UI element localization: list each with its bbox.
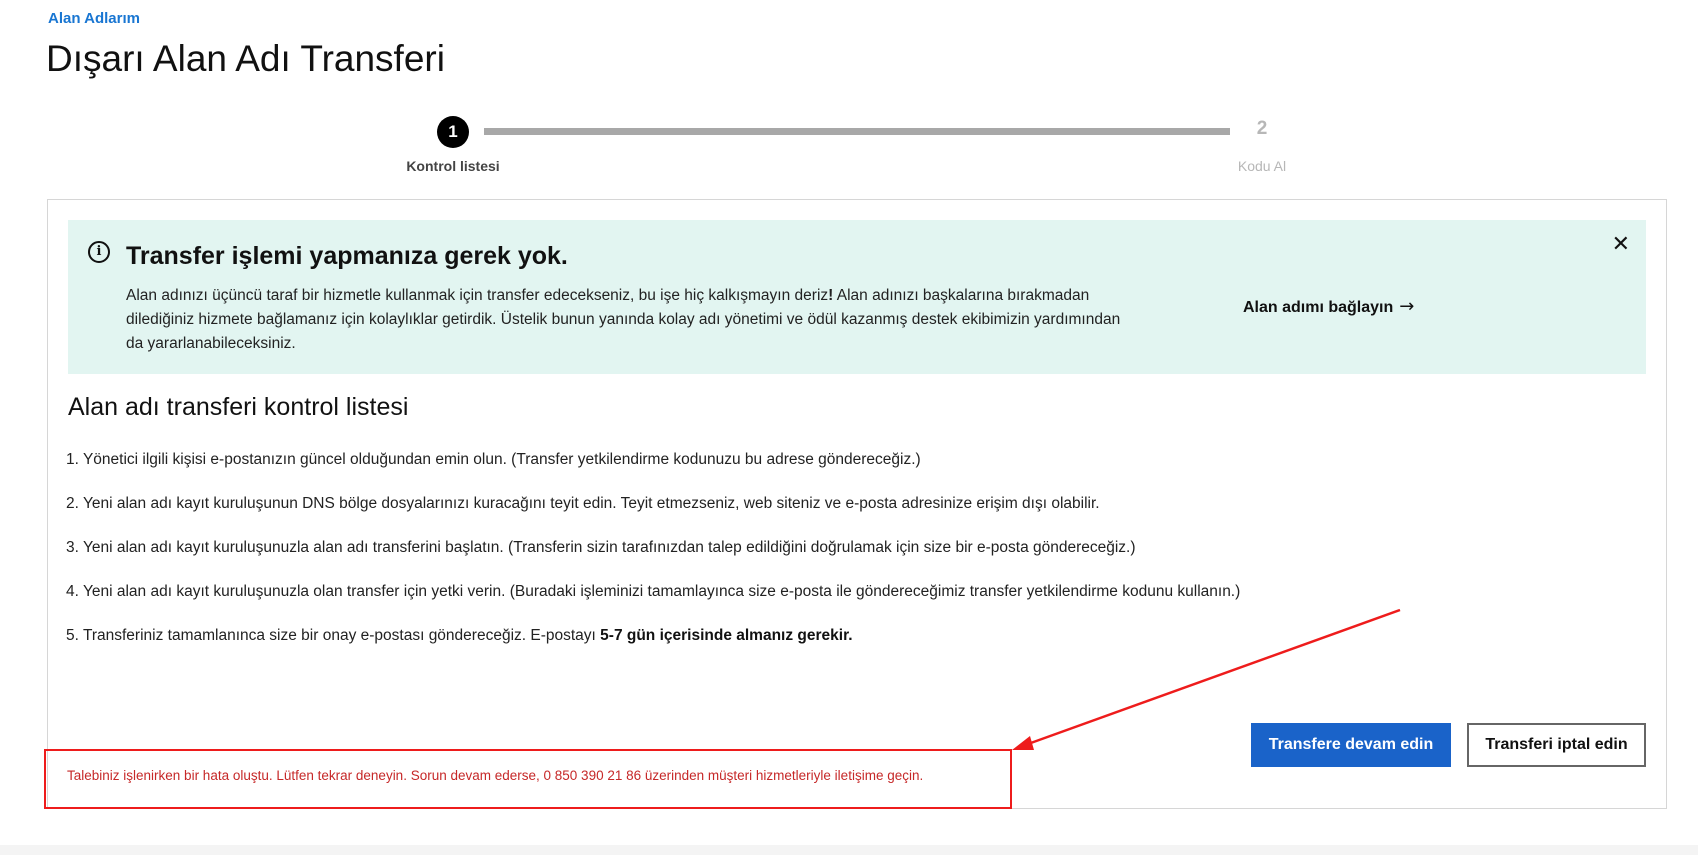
checklist-item: 5. Transferiniz tamamlanınca size bir on…	[66, 627, 853, 644]
error-message: Talebiniz işlenirken bir hata oluştu. Lü…	[67, 768, 924, 783]
step-1-indicator: 1	[437, 116, 469, 148]
arrow-right-icon: →	[1399, 296, 1415, 317]
checklist-item: 1. Yönetici ilgili kişisi e-postanızın g…	[66, 451, 921, 468]
breadcrumb-my-domains[interactable]: Alan Adlarım	[48, 10, 140, 27]
step-1-label: Kontrol listesi	[406, 158, 500, 174]
step-2-indicator: 2	[1256, 118, 1268, 139]
stepper: 1 2 Kontrol listesi Kodu Al	[0, 112, 1698, 182]
footer-strip	[0, 845, 1698, 855]
step-2-label: Kodu Al	[1237, 158, 1287, 174]
checklist-item: 3. Yeni alan adı kayıt kuruluşunuzla ala…	[66, 539, 1136, 556]
info-banner: i Transfer işlemi yapmanıza gerek yok. A…	[68, 220, 1646, 374]
banner-text: Alan adınızı üçüncü taraf bir hizmetle k…	[126, 287, 1121, 352]
banner-title: Transfer işlemi yapmanıza gerek yok.	[126, 242, 568, 270]
connect-domain-link[interactable]: Alan adımı bağlayın →	[1243, 296, 1414, 317]
info-icon: i	[88, 241, 110, 263]
cancel-transfer-button[interactable]: Transferi iptal edin	[1467, 723, 1646, 767]
checklist-item: 2. Yeni alan adı kayıt kuruluşunun DNS b…	[66, 495, 1100, 512]
transfer-card: i Transfer işlemi yapmanıza gerek yok. A…	[47, 199, 1667, 809]
close-icon[interactable]: ✕	[1612, 234, 1630, 256]
continue-transfer-button[interactable]: Transfere devam edin	[1251, 723, 1451, 767]
checklist-title: Alan adı transferi kontrol listesi	[68, 393, 409, 421]
page-title: Dışarı Alan Adı Transferi	[46, 38, 445, 79]
step-progress-line	[484, 128, 1230, 135]
checklist: 1. Yönetici ilgili kişisi e-postanızın g…	[66, 451, 1566, 671]
checklist-item: 4. Yeni alan adı kayıt kuruluşunuzla ola…	[66, 583, 1241, 600]
